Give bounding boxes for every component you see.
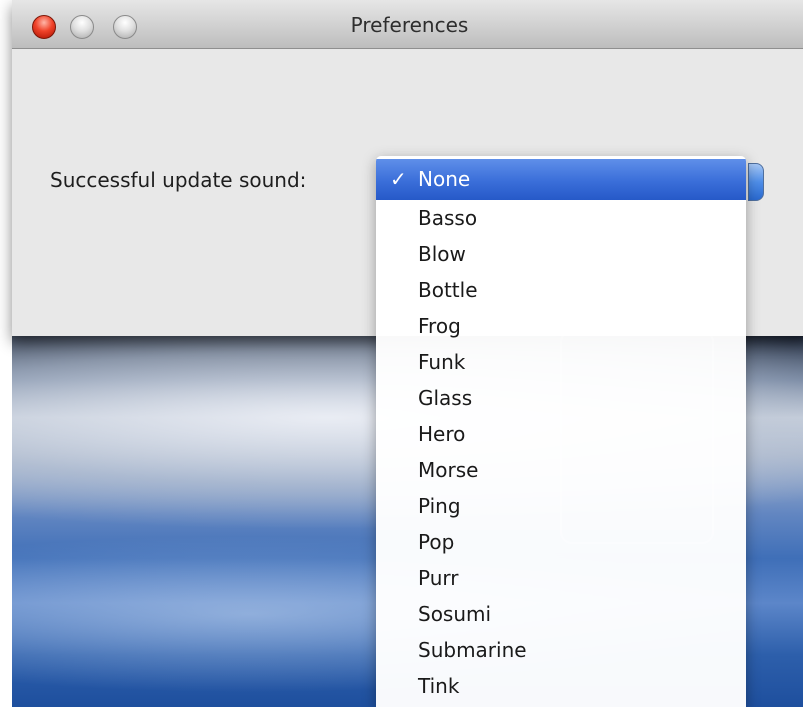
menu-item-label: Ping <box>418 494 461 518</box>
menu-item-basso[interactable]: Basso <box>376 200 746 236</box>
menu-item-label: Blow <box>418 242 466 266</box>
menu-item-label: Bottle <box>418 278 478 302</box>
menu-item-morse[interactable]: Morse <box>376 452 746 488</box>
menu-item-label: Purr <box>418 566 459 590</box>
window-title: Preferences <box>350 13 469 37</box>
menu-item-tink[interactable]: Tink <box>376 668 746 704</box>
menu-item-pop[interactable]: Pop <box>376 524 746 560</box>
menu-item-hero[interactable]: Hero <box>376 416 746 452</box>
menu-item-bottle[interactable]: Bottle <box>376 272 746 308</box>
menu-item-glass[interactable]: Glass <box>376 380 746 416</box>
menu-item-label: Funk <box>418 350 466 374</box>
menu-item-purr[interactable]: Purr <box>376 560 746 596</box>
menu-item-submarine[interactable]: Submarine <box>376 632 746 668</box>
menu-item-label: Pop <box>418 530 455 554</box>
menu-item-sosumi[interactable]: Sosumi <box>376 596 746 632</box>
menu-item-frog[interactable]: Frog <box>376 308 746 344</box>
menu-item-none[interactable]: ✓ None <box>376 159 746 200</box>
title-bar[interactable]: Preferences <box>12 0 803 49</box>
sound-popup-menu: ✓ None Basso Blow Bottle Frog Funk Glass… <box>376 156 746 707</box>
menu-item-label: Basso <box>418 206 478 230</box>
menu-item-ping[interactable]: Ping <box>376 488 746 524</box>
update-sound-popup-button[interactable] <box>748 163 764 201</box>
menu-item-blow[interactable]: Blow <box>376 236 746 272</box>
menu-item-label: Sosumi <box>418 602 492 626</box>
update-sound-label: Successful update sound: <box>50 168 307 192</box>
menu-item-label: Glass <box>418 386 473 410</box>
menu-item-label: Morse <box>418 458 479 482</box>
menu-item-label: Tink <box>418 674 460 698</box>
menu-item-label: Submarine <box>418 638 527 662</box>
menu-item-label: Frog <box>418 314 461 338</box>
checkmark-icon: ✓ <box>390 167 407 191</box>
menu-item-funk[interactable]: Funk <box>376 344 746 380</box>
menu-item-label: None <box>418 167 471 191</box>
menu-item-label: Hero <box>418 422 466 446</box>
